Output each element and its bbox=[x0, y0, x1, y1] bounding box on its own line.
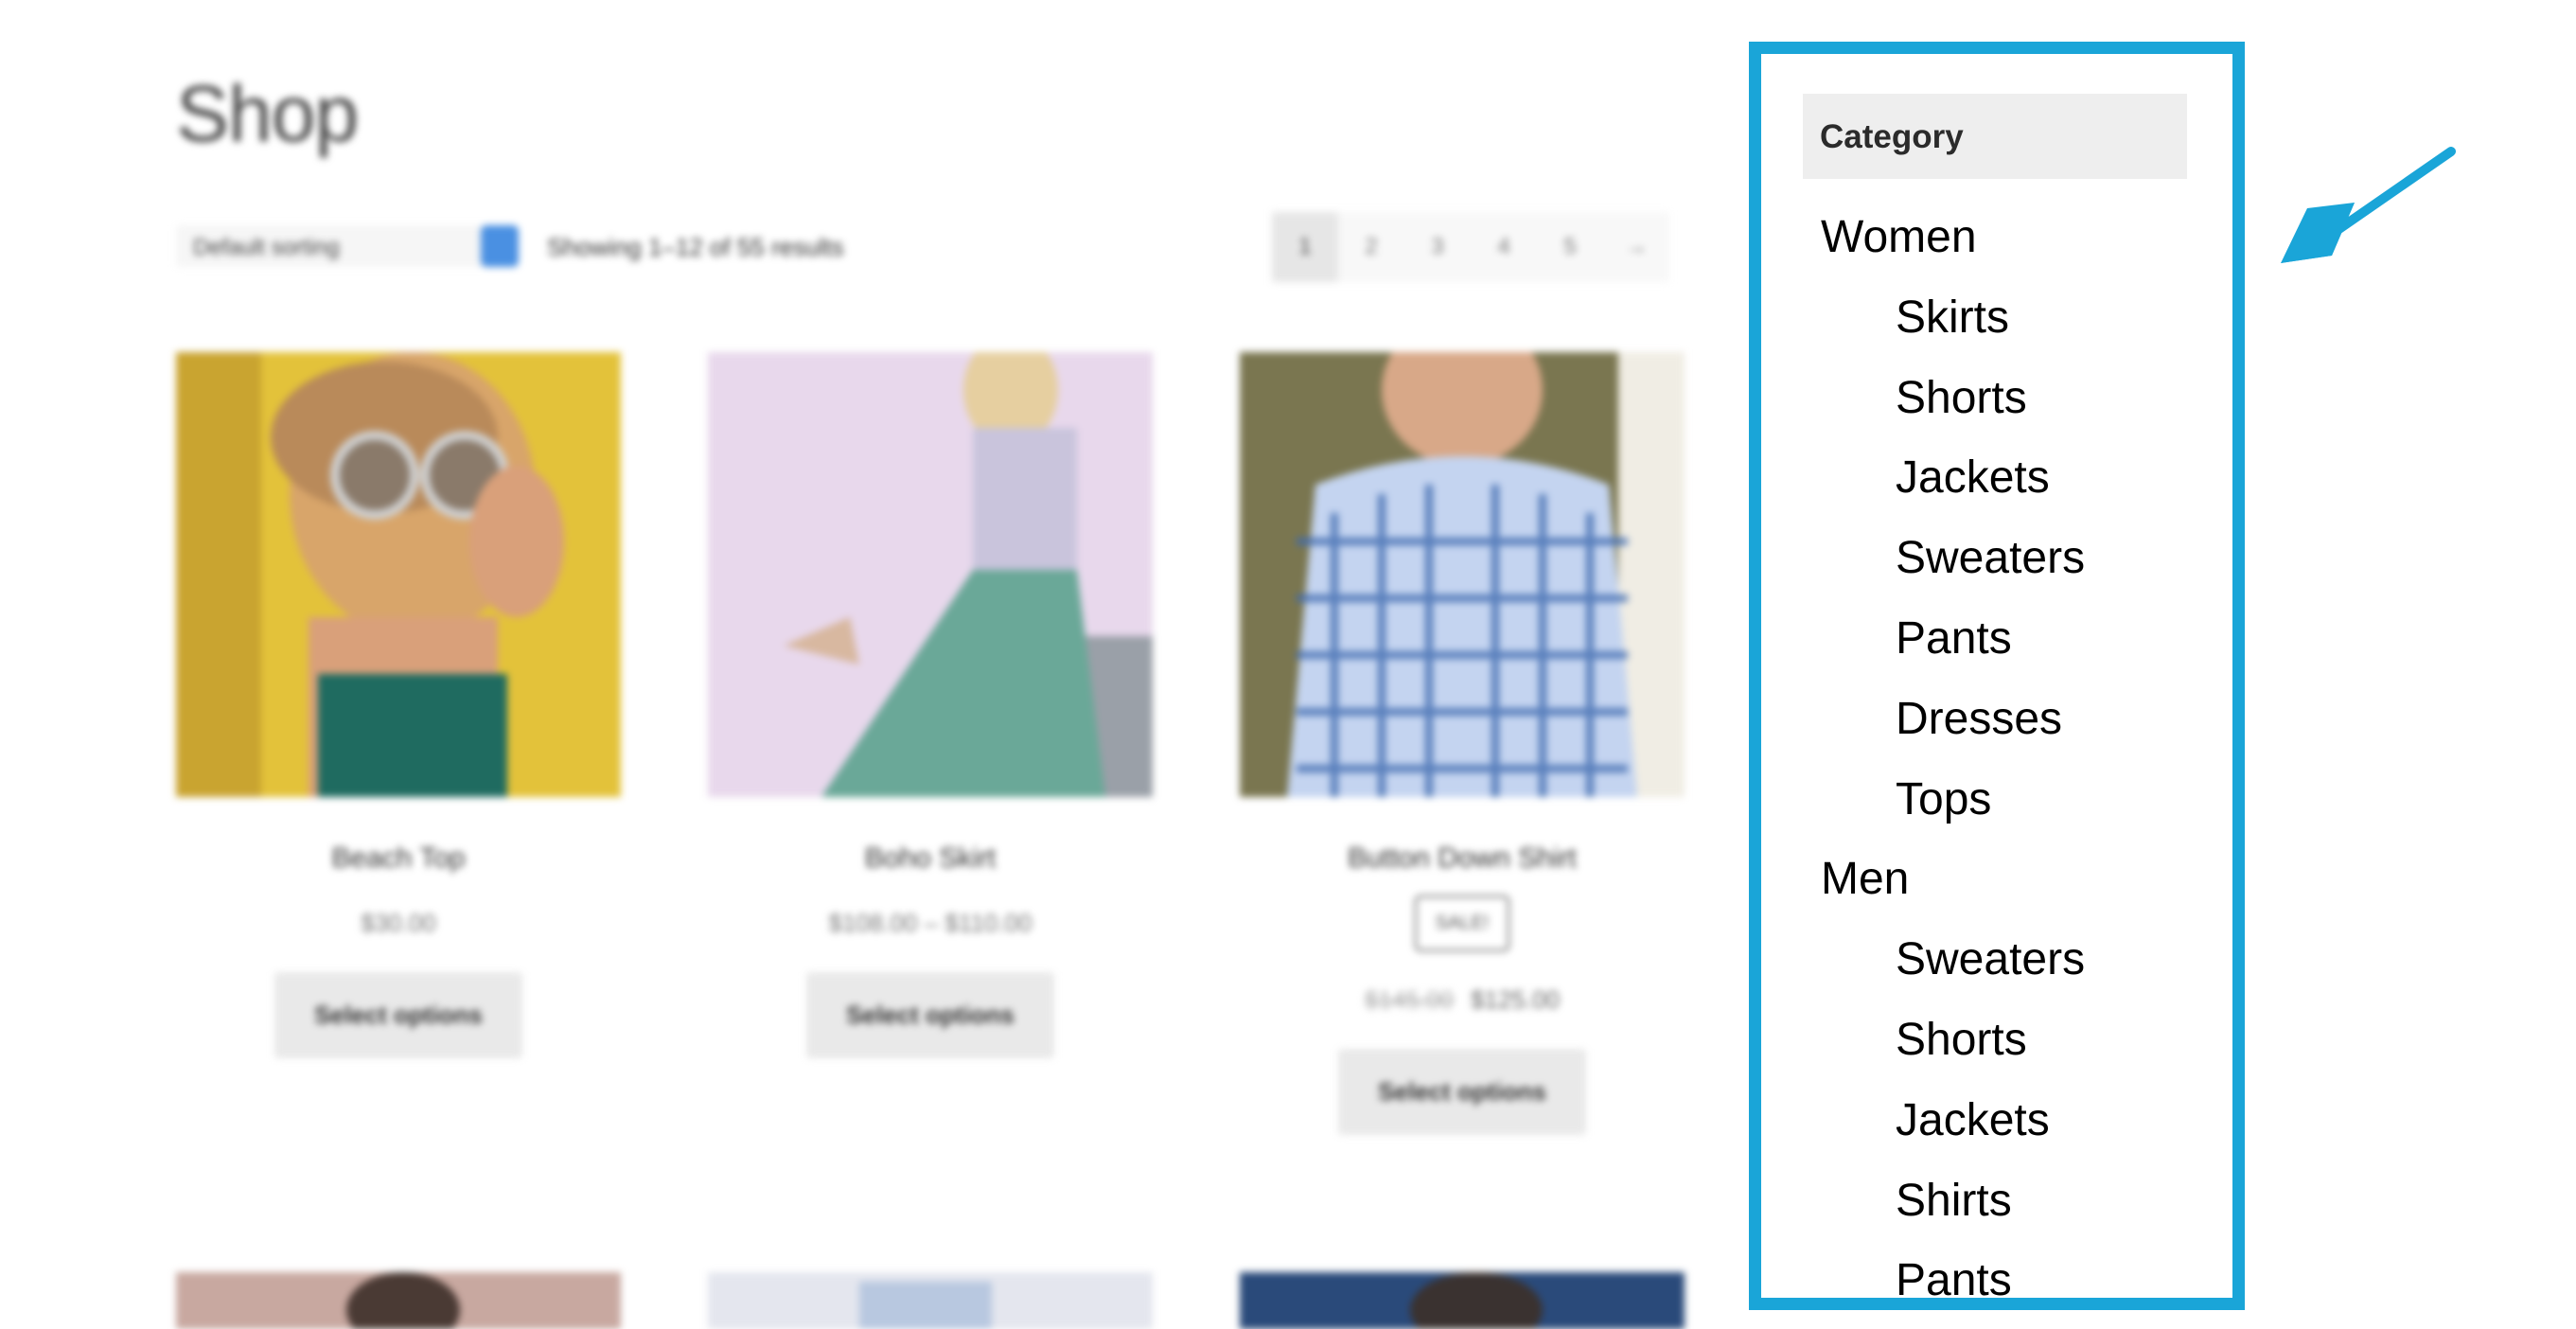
page-link-next[interactable]: → bbox=[1603, 212, 1669, 282]
product-image-partial[interactable] bbox=[176, 1272, 621, 1329]
category-item-women[interactable]: Women bbox=[1761, 198, 2232, 278]
product-card: Button Down Shirt SALE! $145.00 $125.00 S… bbox=[1240, 352, 1685, 1135]
product-price: $30.00 bbox=[361, 909, 436, 937]
category-item-jackets[interactable]: Jackets bbox=[1761, 438, 2232, 519]
select-options-button[interactable]: Select options bbox=[274, 972, 522, 1058]
sort-select[interactable]: Default sorting bbox=[176, 225, 517, 267]
category-item-jackets[interactable]: Jackets bbox=[1761, 1081, 2232, 1161]
category-list: Women Skirts Shorts Jackets Sweaters Pants Dre… bbox=[1761, 198, 2232, 1321]
old-price: $145.00 bbox=[1365, 985, 1454, 1014]
product-card: Beach Top $30.00 Select options bbox=[176, 352, 621, 1058]
page-link-2[interactable]: 2 bbox=[1338, 212, 1404, 282]
category-item-dresses[interactable]: Dresses bbox=[1761, 680, 2232, 760]
product-image[interactable] bbox=[708, 352, 1153, 797]
shop-main: Shop Default sorting Showing 1–12 of 55 … bbox=[0, 0, 1703, 1329]
product-image[interactable] bbox=[1240, 352, 1685, 797]
category-header: Category bbox=[1803, 94, 2187, 179]
product-image[interactable] bbox=[176, 352, 621, 797]
result-count: Showing 1–12 of 55 results bbox=[547, 233, 844, 261]
product-title[interactable]: Beach Top bbox=[176, 842, 621, 875]
product-image-partial[interactable] bbox=[708, 1272, 1153, 1329]
product-price: $108.00 – $110.00 bbox=[828, 909, 1032, 937]
select-options-button[interactable]: Select options bbox=[806, 972, 1054, 1058]
sale-badge: SALE! bbox=[1414, 895, 1510, 951]
page-link-3[interactable]: 3 bbox=[1404, 212, 1471, 282]
new-price: $125.00 bbox=[1471, 985, 1560, 1014]
pagination: 1 2 3 4 5 → bbox=[1272, 212, 1669, 282]
category-item-shirts[interactable]: Shirts bbox=[1761, 1161, 2232, 1242]
arrow-pointer-icon bbox=[2281, 147, 2456, 263]
category-item-men[interactable]: Men bbox=[1761, 840, 2232, 920]
page-link-4[interactable]: 4 bbox=[1471, 212, 1537, 282]
page-link-1[interactable]: 1 bbox=[1272, 212, 1338, 282]
sort-arrow-icon[interactable] bbox=[481, 225, 519, 267]
page-title: Shop bbox=[176, 69, 359, 158]
category-item-pants[interactable]: Pants bbox=[1761, 599, 2232, 680]
page-link-5[interactable]: 5 bbox=[1537, 212, 1603, 282]
category-sidebar: Category Women Skirts Shorts Jackets Sweater… bbox=[1749, 42, 2245, 1310]
product-title[interactable]: Button Down Shirt bbox=[1240, 842, 1685, 875]
category-item-tops[interactable]: Tops bbox=[1761, 760, 2232, 841]
category-item-skirts[interactable]: Skirts bbox=[1761, 278, 2232, 359]
product-image-partial[interactable] bbox=[1240, 1272, 1685, 1329]
product-card: Boho Skirt $108.00 – $110.00 Select opti… bbox=[708, 352, 1153, 1058]
category-item-shorts[interactable]: Shorts bbox=[1761, 359, 2232, 439]
category-item-sweaters[interactable]: Sweaters bbox=[1761, 519, 2232, 599]
category-item-pants[interactable]: Pants bbox=[1761, 1241, 2232, 1321]
category-item-shorts[interactable]: Shorts bbox=[1761, 1001, 2232, 1081]
select-options-button[interactable]: Select options bbox=[1338, 1049, 1586, 1135]
product-price: $145.00 $125.00 bbox=[1240, 985, 1685, 1015]
category-item-sweaters[interactable]: Sweaters bbox=[1761, 920, 2232, 1001]
product-title[interactable]: Boho Skirt bbox=[708, 842, 1153, 875]
